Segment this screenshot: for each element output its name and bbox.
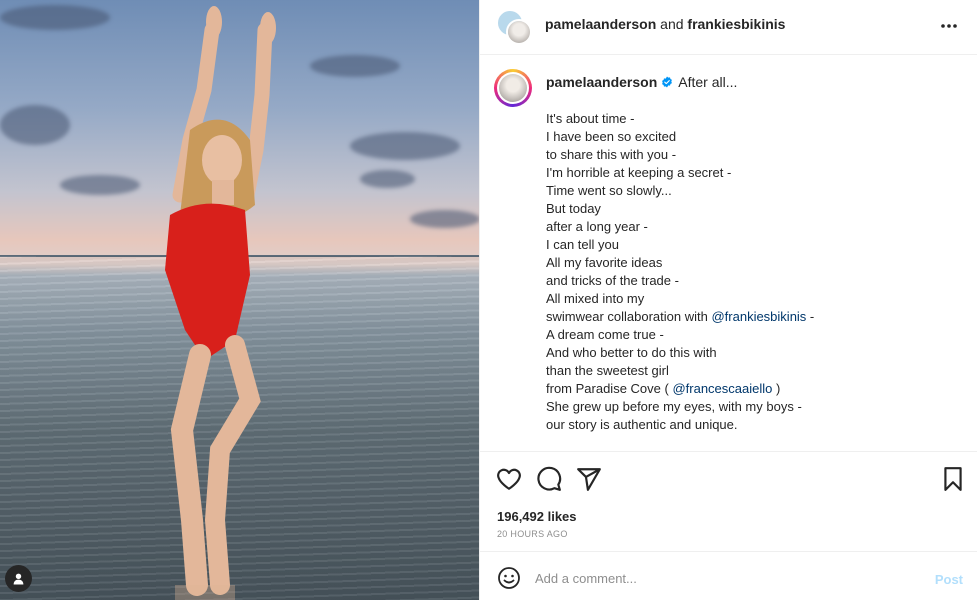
caption-line: A dream come true - <box>546 327 664 342</box>
caption-line: than the sweetest girl <box>546 363 669 378</box>
caption-line: after a long year - <box>546 219 648 234</box>
comment-bar: Post <box>480 551 977 601</box>
mention-link[interactable]: @frankiesbikinis <box>711 309 806 324</box>
collab-avatars[interactable] <box>496 9 532 45</box>
caption-line: All mixed into my <box>546 291 645 306</box>
mention-link[interactable]: @francescaaiello <box>672 381 772 396</box>
collaborator-username[interactable]: frankiesbikinis <box>687 16 785 32</box>
caption-line: to share this with you - <box>546 147 677 162</box>
caption-line: and tricks of the trade - <box>546 273 679 288</box>
avatar <box>506 19 532 45</box>
comment-bubble-icon[interactable] <box>536 466 562 492</box>
caption: pamelaanderson After all... It's about t… <box>480 56 977 451</box>
caption-username[interactable]: pamelaanderson <box>546 74 657 90</box>
woman-figure <box>165 6 276 600</box>
caption-text: It's about time - I have been so excited… <box>546 110 814 434</box>
caption-text-segment: ) <box>772 381 781 396</box>
caption-line: our story is authentic and unique. <box>546 417 738 432</box>
caption-line: But today <box>546 201 601 216</box>
tagged-user-icon[interactable] <box>5 565 32 592</box>
post-comment-button[interactable]: Post <box>935 572 963 587</box>
caption-header: pamelaanderson After all... <box>546 74 737 90</box>
caption-line: swimwear collaboration with @frankiesbik… <box>546 308 814 326</box>
post-header: pamelaanderson and frankiesbikinis <box>480 0 977 55</box>
save-bookmark-icon[interactable] <box>940 466 966 492</box>
caption-line: All my favorite ideas <box>546 255 663 270</box>
post-timestamp[interactable]: 20 HOURS AGO <box>497 529 568 539</box>
caption-line: I can tell you <box>546 237 619 252</box>
caption-text-segment: from Paradise Cove ( <box>546 381 669 396</box>
action-bar: 196,492 likes 20 HOURS AGO <box>480 451 977 552</box>
more-options-icon[interactable] <box>939 16 959 36</box>
emoji-icon[interactable] <box>497 566 521 590</box>
caption-line: I'm horrible at keeping a secret - <box>546 165 732 180</box>
caption-line: Time went so slowly... <box>546 183 672 198</box>
header-title: pamelaanderson and frankiesbikinis <box>545 16 785 32</box>
caption-avatar[interactable] <box>494 69 532 107</box>
caption-text-segment: - <box>806 309 815 324</box>
caption-line: from Paradise Cove ( @francescaaiello ) <box>546 380 814 398</box>
comment-input[interactable] <box>535 564 905 592</box>
like-heart-icon[interactable] <box>496 466 522 492</box>
caption-line: I have been so excited <box>546 129 677 144</box>
share-send-icon[interactable] <box>576 466 602 492</box>
caption-text-segment: swimwear collaboration with <box>546 309 708 324</box>
caption-line: And who better to do this with <box>546 345 717 360</box>
caption-line: She grew up before my eyes, with my boys… <box>546 399 802 414</box>
author-username[interactable]: pamelaanderson <box>545 16 656 32</box>
likes-count[interactable]: 196,492 likes <box>497 509 577 524</box>
post-side-panel: pamelaanderson and frankiesbikinis pamel… <box>479 0 977 600</box>
post-photo[interactable] <box>0 0 479 600</box>
verified-badge-icon <box>662 76 673 88</box>
caption-line: It's about time - <box>546 111 635 126</box>
caption-title: After all... <box>678 74 738 90</box>
author-joiner: and <box>660 16 684 32</box>
